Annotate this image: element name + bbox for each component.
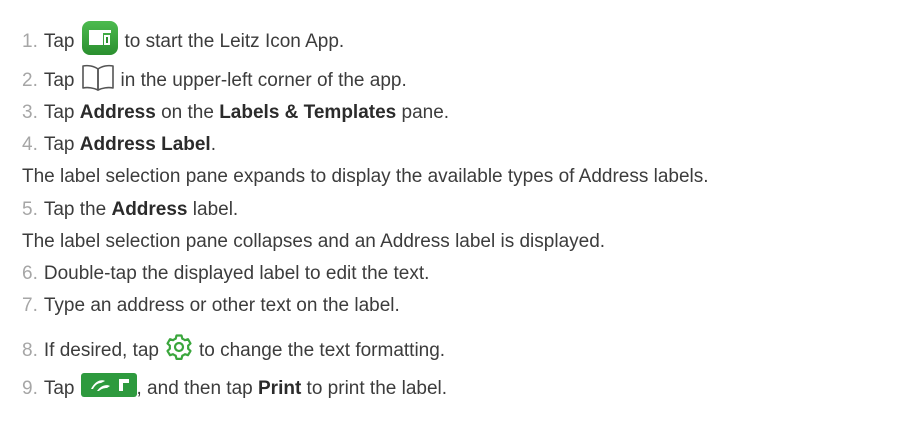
step-text: pane. <box>396 102 450 123</box>
step-text-pre: Tap <box>43 377 75 399</box>
leitz-icon-app-icon <box>81 20 119 63</box>
step-1: 1. Tap to start the Leitz Icon App. <box>22 20 344 63</box>
ui-term-labels-templates: Labels & Templates <box>219 102 397 123</box>
step-text: . <box>210 134 216 155</box>
step-number: 7. <box>22 295 38 316</box>
step-text: Tap <box>43 102 80 123</box>
step-5-note: The label selection pane collapses and a… <box>22 231 606 252</box>
step-number: 3. <box>22 102 38 123</box>
step-4: 4. Tap Address Label . <box>22 133 216 157</box>
ui-term-print: Print <box>258 377 302 399</box>
ui-term-address: Address <box>111 199 188 220</box>
step-text-post: to start the Leitz Icon App. <box>124 30 345 52</box>
step-9: 9. Tap , and then tap Print to print the… <box>22 373 447 404</box>
step-text: Tap the <box>43 199 112 220</box>
step-text-pre: Tap <box>43 69 75 91</box>
step-number: 8. <box>22 339 38 361</box>
step-number: 2. <box>22 69 38 91</box>
step-number: 6. <box>22 263 38 284</box>
gear-settings-icon <box>165 333 193 368</box>
step-text: Double-tap the displayed label to edit t… <box>43 263 430 284</box>
print-icon <box>80 373 137 404</box>
step-text-post: in the upper-left corner of the app. <box>120 69 407 91</box>
step-text-post: to change the text formatting. <box>198 339 446 361</box>
step-4-note: The label selection pane expands to disp… <box>22 166 709 187</box>
step-5: 5. Tap the Address label. <box>22 198 238 222</box>
ui-term-address: Address <box>79 102 156 123</box>
ui-term-address-label: Address Label <box>79 134 211 155</box>
step-text: Tap <box>43 134 80 155</box>
step-text: on the <box>155 102 220 123</box>
step-number: 9. <box>22 377 38 399</box>
step-number: 1. <box>22 30 38 52</box>
step-8: 8. If desired, tap to change the text fo… <box>22 333 445 368</box>
step-text: label. <box>187 199 239 220</box>
step-text-post: to print the label. <box>301 377 448 399</box>
step-number: 5. <box>22 199 38 220</box>
step-3: 3. Tap Address on the Labels & Templates… <box>22 101 449 125</box>
step-number: 4. <box>22 134 38 155</box>
step-text: Type an address or other text on the lab… <box>43 295 400 316</box>
step-text-mid: , and then tap <box>136 377 258 399</box>
step-7: 7. Type an address or other text on the … <box>22 294 400 318</box>
step-text-pre: If desired, tap <box>43 339 159 361</box>
step-6: 6. Double-tap the displayed label to edi… <box>22 262 429 286</box>
open-book-icon <box>81 63 115 98</box>
step-2: 2. Tap in the upper-left corner of the a… <box>22 63 407 98</box>
step-text-pre: Tap <box>43 30 75 52</box>
